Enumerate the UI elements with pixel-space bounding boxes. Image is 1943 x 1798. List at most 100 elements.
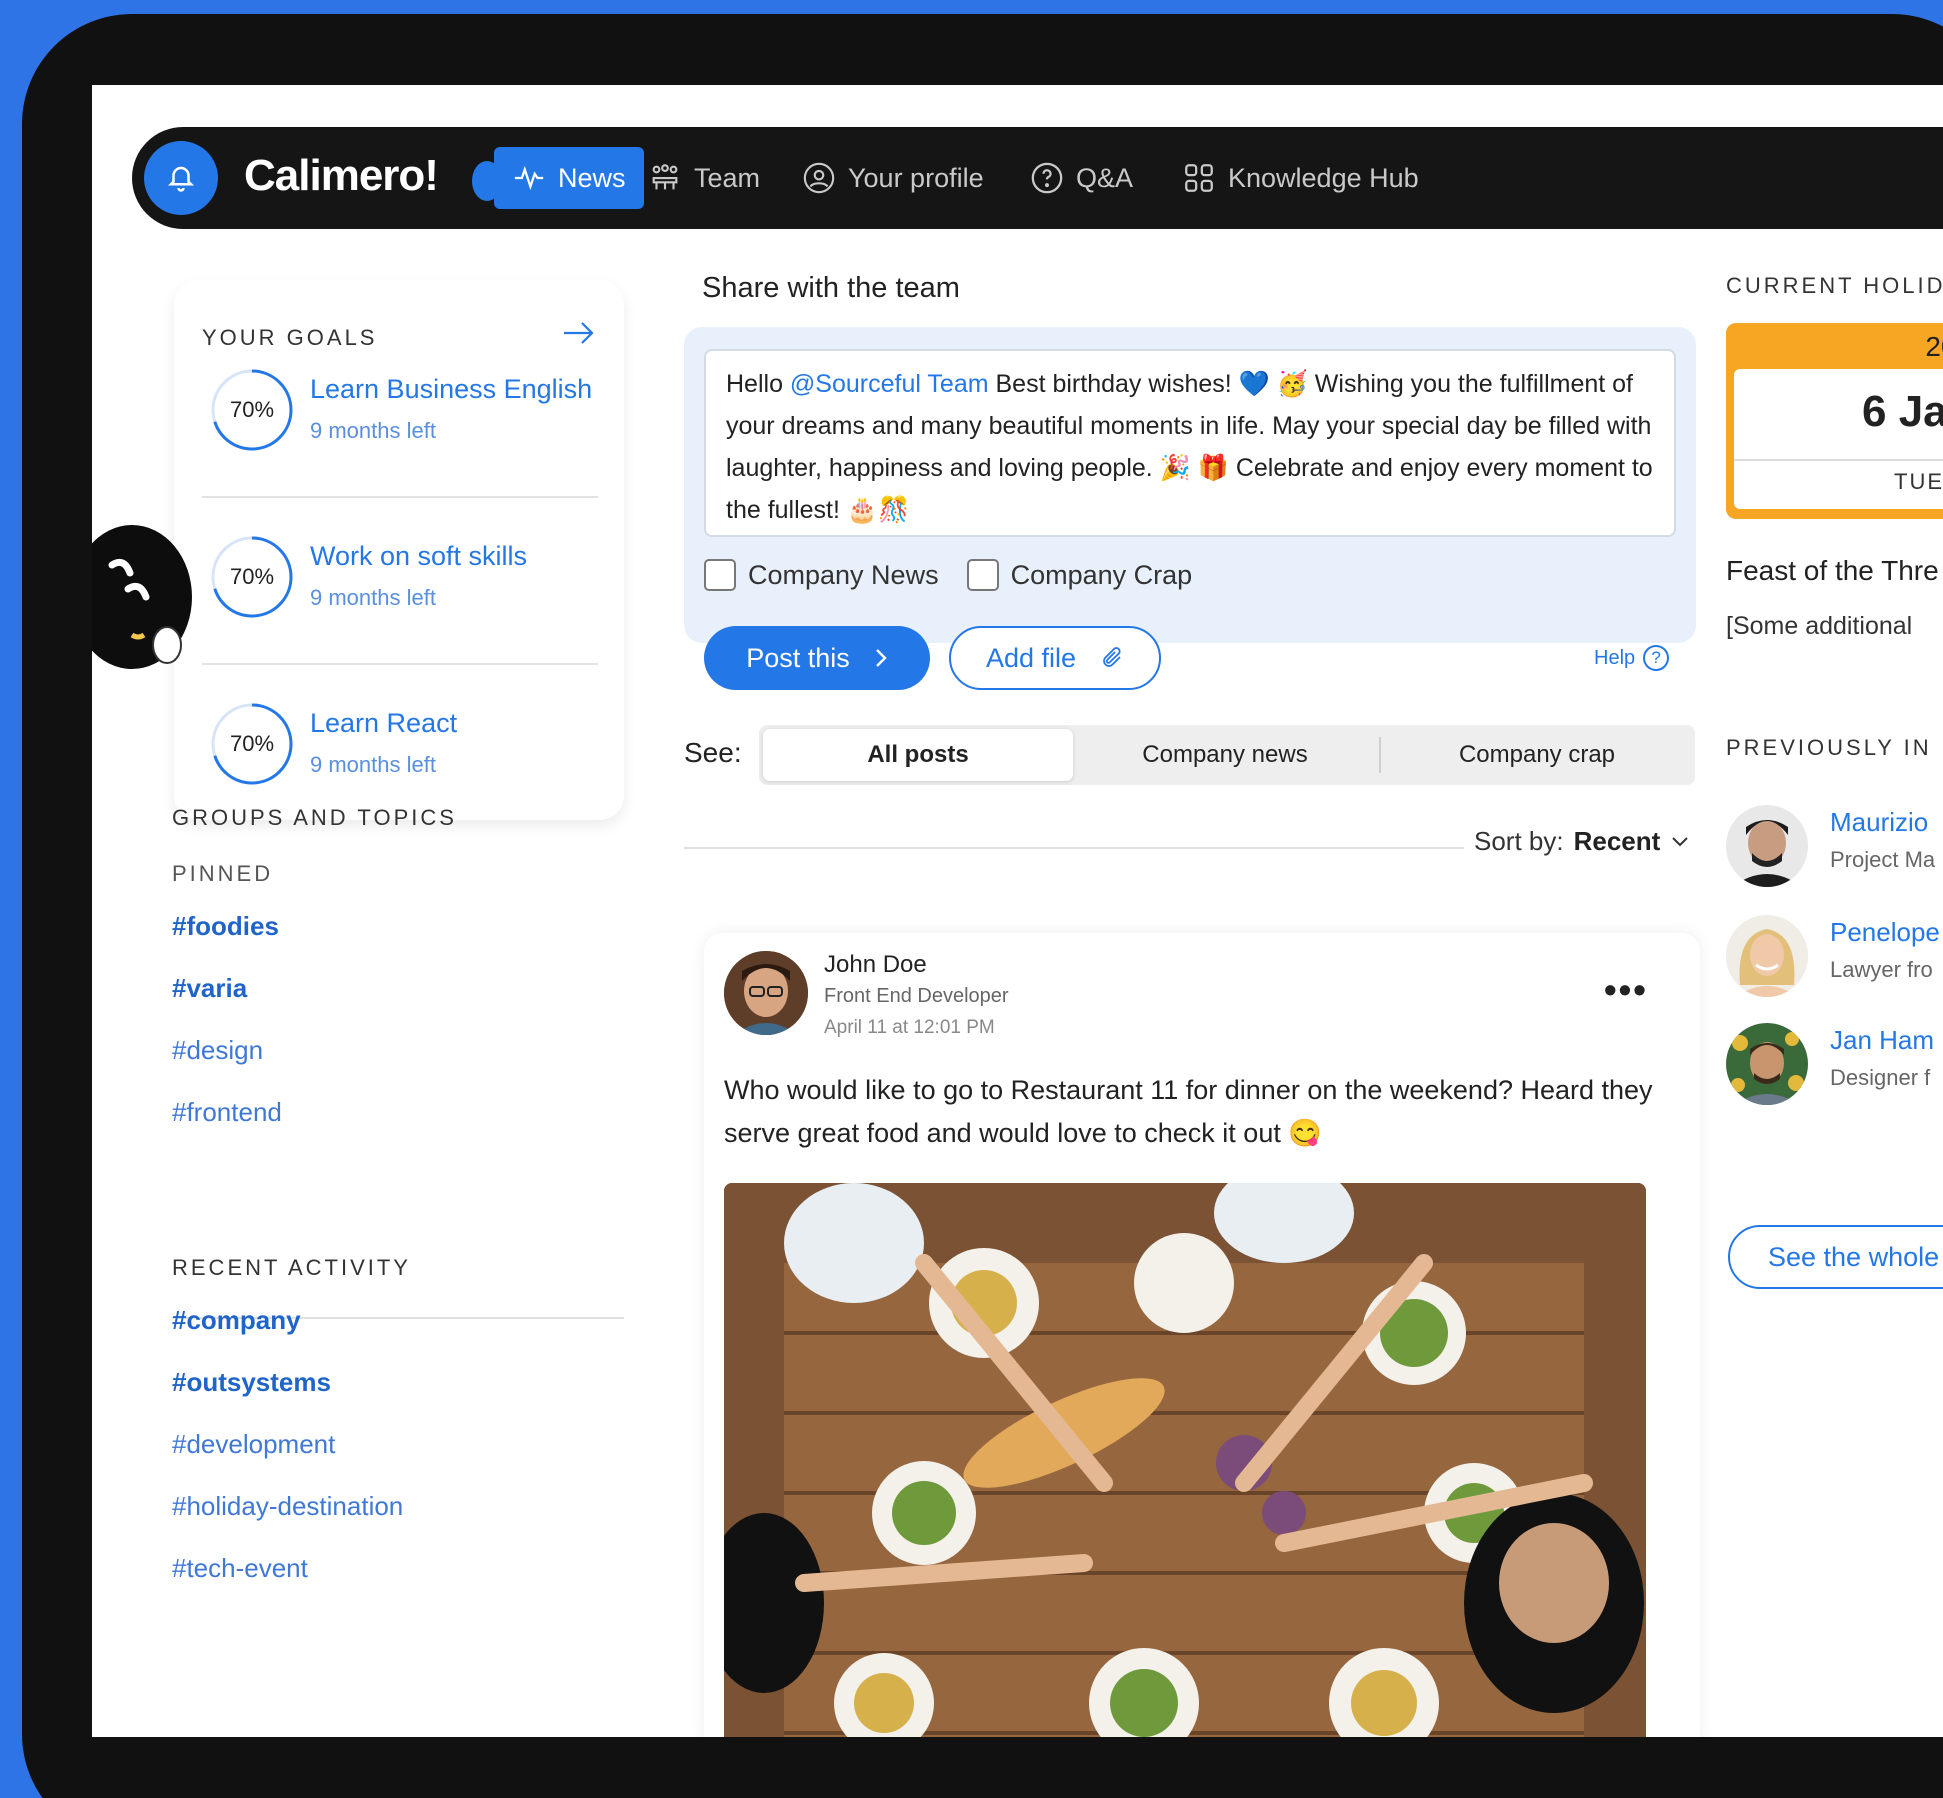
person-name[interactable]: Jan Ham xyxy=(1830,1025,1934,1056)
avatar[interactable] xyxy=(1726,1023,1808,1105)
holiday-name: Feast of the Thre xyxy=(1726,555,1939,586)
help-label: Help xyxy=(1594,646,1636,669)
goal-item[interactable]: 70% Learn React 9 months left xyxy=(210,702,610,822)
help-link[interactable]: Help ? xyxy=(1594,645,1670,671)
question-icon xyxy=(1031,162,1063,194)
nav-item-profile[interactable]: Your profile xyxy=(784,147,1002,209)
holiday-calendar-card: 20 6 Jar TUE xyxy=(1726,323,1943,519)
calendar-day: 6 Jar xyxy=(1862,387,1943,436)
tag-link[interactable]: #holiday-destination xyxy=(172,1491,403,1522)
tag-link[interactable]: #company xyxy=(172,1305,301,1336)
team-icon xyxy=(652,164,678,190)
goal-title: Work on soft skills xyxy=(310,541,528,571)
see-whole-button[interactable]: See the whole xyxy=(1728,1225,1943,1289)
chevron-right-icon xyxy=(875,649,887,667)
post-button-label: Post this xyxy=(746,642,850,673)
checkbox-box[interactable] xyxy=(704,559,736,591)
tag-link[interactable]: #outsystems xyxy=(172,1367,331,1398)
sort-dropdown[interactable]: Sort by: Recent xyxy=(1474,826,1690,857)
post-button[interactable]: Post this xyxy=(704,626,930,690)
goal-percent: 70% xyxy=(229,564,275,589)
sort-value: Recent xyxy=(1573,826,1661,856)
post-author[interactable]: John Doe xyxy=(824,951,927,979)
nav-item-label: Team xyxy=(694,162,761,193)
nav-item-label: Your profile xyxy=(848,162,984,193)
goal-title: Learn Business English xyxy=(310,374,593,404)
goal-item[interactable]: 70% Learn Business English 9 months left xyxy=(210,368,610,488)
brand-name: Calimero! xyxy=(244,151,439,200)
calendar-year: 20 xyxy=(1925,331,1943,362)
divider xyxy=(1379,737,1381,773)
divider xyxy=(684,847,1464,849)
nav-item-qa[interactable]: Q&A xyxy=(1012,147,1151,209)
post-author-role: Front End Developer xyxy=(824,985,1009,1007)
tag-link[interactable]: #tech-event xyxy=(172,1553,308,1584)
pinned-label: PINNED xyxy=(172,861,274,886)
calendar-weekday: TUE xyxy=(1894,469,1943,494)
goal-title: Learn React xyxy=(310,708,458,738)
avatar[interactable] xyxy=(1726,805,1808,887)
nav-item-label: Knowledge Hub xyxy=(1228,162,1419,193)
tag-link[interactable]: #varia xyxy=(172,973,247,1004)
tag-link[interactable]: #frontend xyxy=(172,1097,282,1128)
mascot-icon xyxy=(92,525,192,669)
goals-card: YOUR GOALS 70% Learn Business English 9 … xyxy=(174,280,624,820)
previously-title: PREVIOUSLY IN xyxy=(1726,735,1932,760)
recent-activity-title: RECENT ACTIVITY xyxy=(172,1255,411,1280)
add-file-label: Add file xyxy=(985,642,1077,673)
user-icon xyxy=(803,162,835,194)
nav-item-news[interactable]: News xyxy=(494,147,644,209)
grid-icon xyxy=(1185,164,1213,192)
checkbox-company-crap[interactable]: Company Crap xyxy=(966,559,1193,591)
divider xyxy=(1734,459,1943,461)
groups-title: GROUPS AND TOPICS xyxy=(172,805,457,830)
post-text: Who would like to go to Restaurant 11 fo… xyxy=(724,1075,1653,1148)
avatar[interactable] xyxy=(1726,915,1808,997)
goal-percent: 70% xyxy=(229,731,275,756)
add-file-button[interactable]: Add file xyxy=(949,626,1161,690)
checkbox-company-news[interactable]: Company News xyxy=(704,559,939,591)
post-image[interactable] xyxy=(724,1183,1646,1737)
help-icon: ? xyxy=(1643,645,1670,671)
see-label: See: xyxy=(684,737,742,768)
share-title: Share with the team xyxy=(702,272,960,304)
activity-icon xyxy=(514,165,544,191)
post-card: John Doe Front End Developer April 11 at… xyxy=(704,933,1700,1737)
goal-subtitle: 9 months left xyxy=(310,585,436,610)
tag-link[interactable]: #foodies xyxy=(172,911,279,942)
goal-item[interactable]: 70% Work on soft skills 9 months left xyxy=(210,535,610,655)
chevron-down-icon xyxy=(1672,836,1689,846)
compose-textarea[interactable]: Hello @Sourceful Team Best birthday wish… xyxy=(704,349,1676,537)
person-role: Lawyer fro xyxy=(1830,957,1933,982)
calendar-body: 6 Jar TUE xyxy=(1734,369,1943,509)
category-checkboxes: Company News Company Crap xyxy=(704,559,1192,591)
divider xyxy=(202,663,598,665)
tag-link[interactable]: #design xyxy=(172,1035,263,1066)
composer: Hello @Sourceful Team Best birthday wish… xyxy=(684,327,1696,643)
app-screen: Calimero! News Team Your profile Q&A Kno… xyxy=(92,85,1943,1737)
person-role: Project Ma xyxy=(1830,847,1936,872)
more-options-icon[interactable]: ••• xyxy=(1604,969,1648,1011)
mention-link[interactable]: @Sourceful Team xyxy=(790,370,989,398)
nav-item-team[interactable]: Team xyxy=(630,147,778,209)
nav-item-label: Q&A xyxy=(1076,162,1134,193)
person-name[interactable]: Maurizio xyxy=(1830,807,1928,838)
person-role: Designer f xyxy=(1830,1065,1931,1090)
nav-item-knowledge-hub[interactable]: Knowledge Hub xyxy=(1164,147,1437,209)
checkbox-label: Company Crap xyxy=(1010,559,1193,590)
avatar[interactable] xyxy=(724,951,808,1035)
goal-percent: 70% xyxy=(229,397,275,422)
tag-link[interactable]: #development xyxy=(172,1429,335,1460)
current-holiday-title: CURRENT HOLID xyxy=(1726,273,1943,298)
checkbox-box[interactable] xyxy=(966,559,999,591)
notification-bell-icon[interactable] xyxy=(144,141,218,215)
holiday-additional: [Some additional xyxy=(1726,612,1913,640)
person-name[interactable]: Penelope xyxy=(1830,917,1940,948)
paperclip-icon xyxy=(1103,647,1121,667)
sort-label: Sort by: xyxy=(1474,826,1564,856)
arrow-right-icon[interactable] xyxy=(562,318,596,348)
filter-all-posts[interactable]: All posts xyxy=(763,729,1073,781)
filter-company-news[interactable]: Company news xyxy=(1075,729,1375,781)
nav-item-label: News xyxy=(558,162,626,193)
filter-company-crap[interactable]: Company crap xyxy=(1383,729,1691,781)
